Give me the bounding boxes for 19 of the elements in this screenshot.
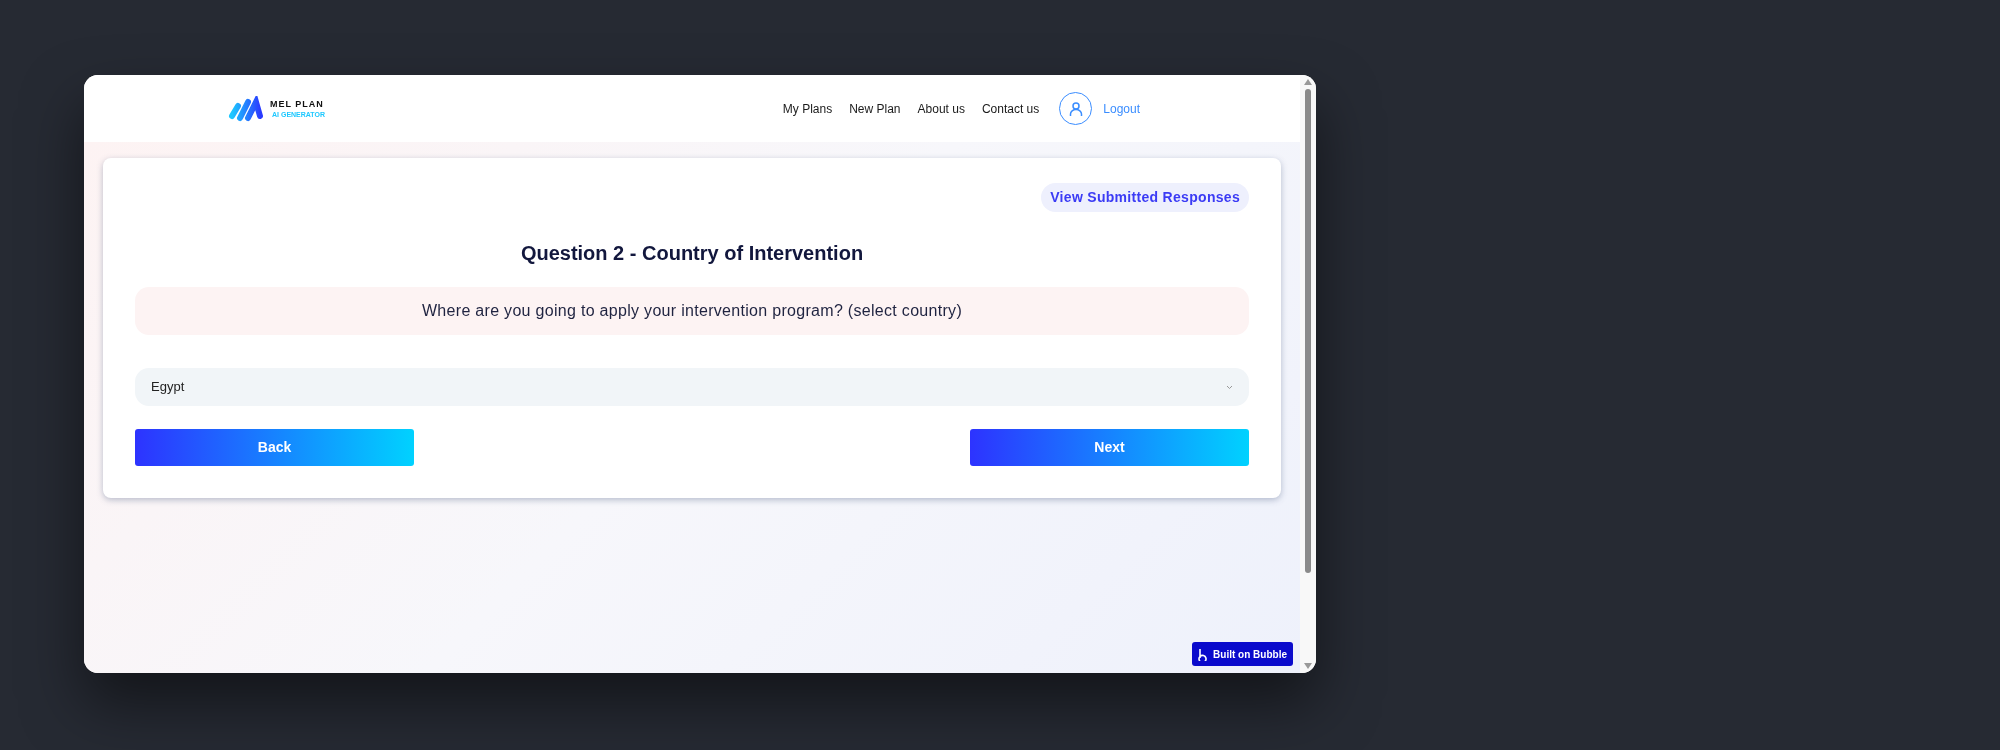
nav-button[interactable]: Back	[135, 429, 414, 466]
scroll-down-icon[interactable]	[1304, 663, 1312, 669]
view-responses-link[interactable]: View Submitted Responses	[1041, 183, 1249, 212]
nav-link[interactable]: About us	[917, 99, 965, 118]
country-select[interactable]: Egypt	[135, 368, 1249, 406]
badge-text: Built on Bubble	[1213, 647, 1287, 662]
bubble-badge[interactable]: Built on Bubble	[1192, 642, 1293, 666]
logo-name: MEL PLAN	[270, 99, 325, 109]
nav-link[interactable]: New Plan	[849, 99, 901, 118]
bubble-logo-icon	[1198, 647, 1210, 661]
scrollbar[interactable]	[1300, 75, 1316, 673]
scroll-up-icon[interactable]	[1304, 79, 1312, 85]
nav-button[interactable]: Next	[970, 429, 1249, 466]
logo-icon	[228, 95, 264, 122]
chevron-down-icon	[1226, 384, 1233, 390]
nav-link[interactable]: Contact us	[981, 99, 1040, 118]
question-text: Where are you going to apply your intervention program? (select country)	[421, 301, 963, 321]
question-title: Question 2 - Country of Intervention	[519, 241, 865, 266]
nav-link[interactable]: My Plans	[782, 99, 833, 118]
